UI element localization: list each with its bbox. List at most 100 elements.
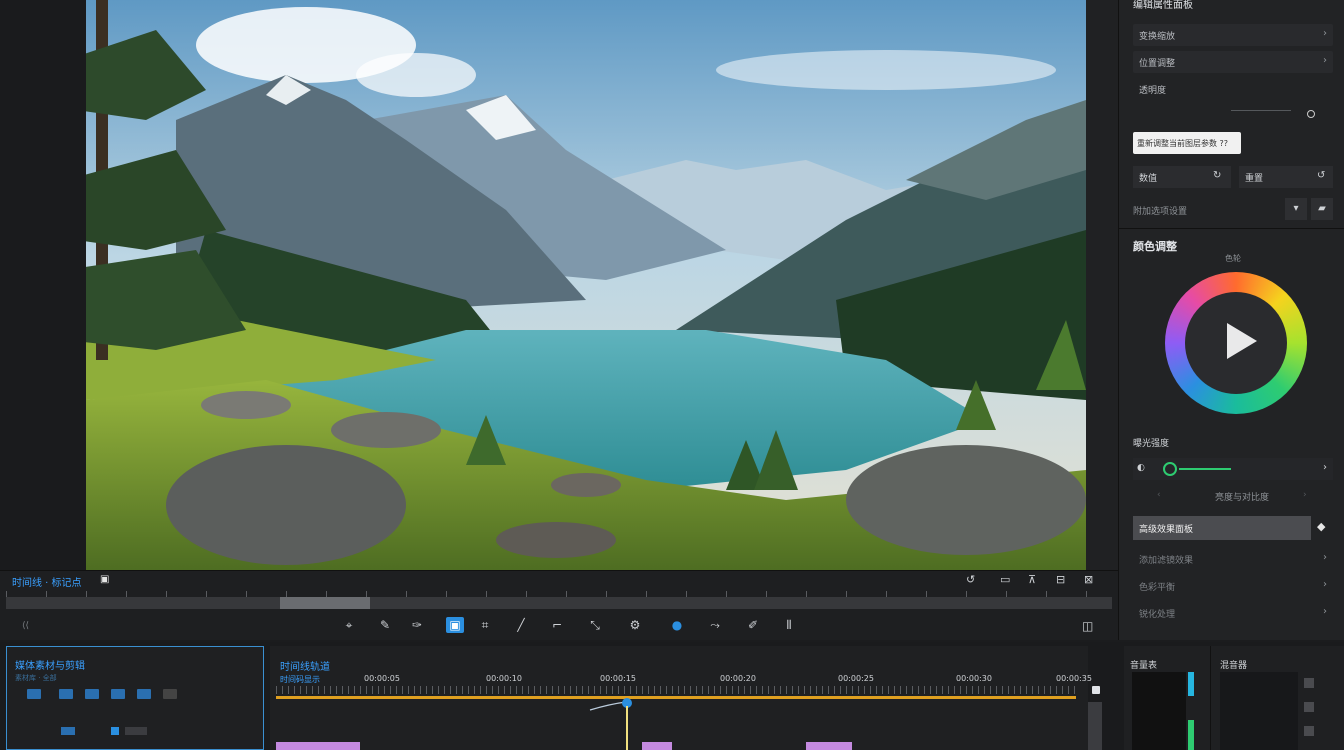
undo-icon[interactable]: ↺: [966, 573, 975, 586]
scrub-ruler: [6, 591, 1112, 597]
ruler-label: 00:00:35: [1056, 674, 1092, 683]
reset-field[interactable]: 重置 ↺: [1239, 166, 1333, 188]
active-effect-label: 高级效果面板: [1139, 525, 1194, 535]
record-icon[interactable]: ●: [668, 617, 686, 633]
exposure-icon: ◐: [1137, 463, 1145, 473]
media-thumb[interactable]: [111, 689, 125, 699]
resize-icon[interactable]: ⤡: [586, 617, 604, 633]
timeline-clip[interactable]: [276, 742, 360, 750]
pencil-icon[interactable]: ✑: [408, 617, 426, 633]
grid-icon[interactable]: ⌗: [476, 617, 494, 633]
frame-icon[interactable]: ▭: [1000, 573, 1010, 586]
mixer-title: 混音器: [1220, 661, 1248, 671]
chevron-right-icon: ›: [1323, 55, 1327, 66]
timeline-clip[interactable]: [642, 742, 672, 750]
value-field[interactable]: 数值 ↻: [1133, 166, 1231, 188]
timeline-ruler[interactable]: [276, 686, 1076, 694]
prop-row-position[interactable]: 位置调整 ›: [1133, 51, 1333, 73]
timeline-work-area[interactable]: [276, 696, 1076, 699]
exposure-label: 曝光强度: [1133, 439, 1170, 449]
video-preview[interactable]: [86, 0, 1086, 570]
crop-icon[interactable]: ⌖: [340, 617, 358, 633]
ruler-label: 00:00:20: [720, 674, 756, 683]
mixer-area: [1220, 672, 1298, 750]
scrub-bar[interactable]: [6, 597, 1112, 609]
pen-icon[interactable]: ✎: [376, 617, 394, 633]
extra-options-label: 附加选项设置: [1133, 207, 1188, 217]
viewer-right-border: [1086, 0, 1118, 640]
line-icon[interactable]: ╱: [512, 617, 530, 633]
ruler-label: 00:00:05: [364, 674, 400, 683]
refresh-icon[interactable]: ↻: [1213, 170, 1221, 181]
marker-icon[interactable]: ▣: [100, 574, 109, 585]
opacity-slider-knob[interactable]: [1307, 110, 1315, 118]
tooltip: 重新调整当前图层参数 ??: [1133, 132, 1241, 154]
undo-icon[interactable]: ↺: [1317, 170, 1325, 181]
media-item[interactable]: [61, 727, 75, 735]
color-wheel[interactable]: [1165, 272, 1307, 414]
timeline-subtitle: 时间码显示: [280, 675, 320, 684]
prop-row-scale[interactable]: 变换缩放 ›: [1133, 24, 1333, 46]
prop-label: 位置调整: [1139, 59, 1176, 69]
mixer-channel[interactable]: [1304, 726, 1314, 736]
list-item[interactable]: 色彩平衡 ›: [1133, 575, 1333, 597]
mixer-channel[interactable]: [1304, 702, 1314, 712]
transport-label: 时间线 · 标记点: [12, 578, 82, 589]
divider: [1119, 228, 1344, 229]
audio-wave-icon[interactable]: ⦀: [780, 617, 798, 633]
ruler-label: 00:00:10: [486, 674, 522, 683]
mixer-channel[interactable]: [1304, 678, 1314, 688]
split-icon[interactable]: ⊼: [1028, 573, 1036, 586]
timeline-clip[interactable]: [806, 742, 852, 750]
close-box-icon[interactable]: ⊠: [1084, 573, 1093, 586]
timeline-scrollbar[interactable]: [1088, 702, 1102, 750]
media-thumb[interactable]: [137, 689, 151, 699]
curve-icon[interactable]: ⤳: [706, 617, 724, 633]
delete-icon[interactable]: ▾: [1285, 198, 1307, 220]
scroll-cap[interactable]: [1092, 686, 1100, 694]
frame-back-icon[interactable]: ⟨⟨: [22, 621, 29, 631]
layout-icon[interactable]: ◫: [1082, 619, 1093, 633]
list-item[interactable]: 锐化处理 ›: [1133, 602, 1333, 624]
media-thumb[interactable]: [59, 689, 73, 699]
diamond-icon[interactable]: ◆: [1317, 520, 1325, 533]
media-thumb[interactable]: [27, 689, 41, 699]
edit-icon[interactable]: ✐: [744, 617, 762, 633]
audio-meter-left: [1132, 672, 1186, 750]
folder-icon[interactable]: ▰: [1311, 198, 1333, 220]
media-item[interactable]: [111, 727, 119, 735]
media-thumb[interactable]: [163, 689, 177, 699]
chevron-right-icon: ›: [1323, 579, 1327, 590]
prop-row-opacity[interactable]: 透明度: [1133, 78, 1333, 100]
play-icon[interactable]: [1227, 323, 1257, 359]
media-item[interactable]: [125, 727, 147, 735]
audio-level-bar: [1188, 672, 1194, 696]
exposure-slider-fill: [1179, 468, 1231, 470]
audio-meter-title: 音量表: [1130, 661, 1158, 671]
reset-field-label: 重置: [1245, 174, 1264, 184]
chevron-left-icon[interactable]: ‹: [1157, 490, 1161, 500]
chevron-right-icon[interactable]: ›: [1323, 462, 1327, 473]
settings-icon[interactable]: ⚙: [626, 617, 644, 633]
bracket-icon[interactable]: ⌐: [548, 617, 566, 633]
minimize-icon[interactable]: ⊟: [1056, 573, 1065, 586]
audio-panel: 音量表 混音器: [1124, 646, 1344, 750]
select-tool-icon[interactable]: ▣: [446, 617, 464, 633]
exposure-slider-row[interactable]: ◐ ›: [1133, 458, 1333, 480]
active-effect-item[interactable]: 高级效果面板: [1133, 516, 1311, 540]
opacity-slider-track[interactable]: [1231, 110, 1291, 111]
color-section-title: 颜色调整: [1133, 240, 1177, 253]
ruler-label: 00:00:15: [600, 674, 636, 683]
scrub-bar-range[interactable]: [280, 597, 370, 609]
media-thumb[interactable]: [85, 689, 99, 699]
exposure-slider-knob[interactable]: [1163, 462, 1177, 476]
divider: [1210, 646, 1211, 750]
list-item[interactable]: 添加滤镜效果 ›: [1133, 548, 1333, 570]
playhead-line[interactable]: [626, 706, 628, 750]
chevron-right-icon[interactable]: ›: [1303, 490, 1307, 500]
prop-label: 变换缩放: [1139, 32, 1176, 42]
timeline-title: 时间线轨道: [280, 662, 330, 673]
landscape-frame: [86, 0, 1086, 570]
transport-bar: 时间线 · 标记点 ▣ ⟨⟨ ⌖ ✎ ✑ ▣ ⌗ ╱ ⌐ ⤡ ⚙ ● ⤳ ✐ ⦀…: [0, 570, 1118, 640]
prop-label: 透明度: [1139, 86, 1167, 96]
